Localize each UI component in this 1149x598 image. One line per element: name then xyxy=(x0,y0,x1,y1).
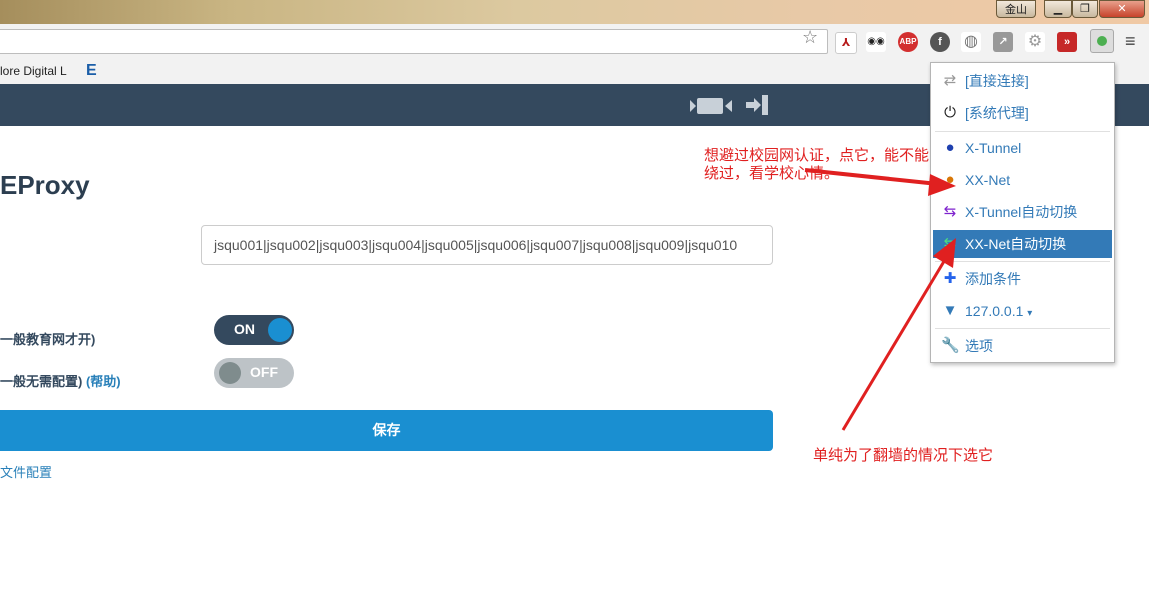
menu-item-options[interactable]: 🔧 选项 xyxy=(933,332,1112,360)
user-profile-button[interactable]: 金山 xyxy=(996,0,1036,18)
save-button[interactable]: 保存 xyxy=(0,410,773,451)
maximize-button[interactable]: ❐ xyxy=(1072,0,1098,18)
plus-icon: ✚ xyxy=(943,270,957,287)
address-bar[interactable] xyxy=(0,29,828,54)
forward-icon[interactable]: » xyxy=(1057,32,1077,52)
menu-item-xxnet[interactable]: ● XX-Net xyxy=(933,166,1112,194)
menu-item-xtunnel-auto[interactable]: ⇆ X-Tunnel自动切换 xyxy=(933,198,1112,226)
switch-knob xyxy=(219,362,241,384)
auto-switch-icon: ⇆ xyxy=(943,235,957,252)
annotation-line: 绕过，看学校心情。 xyxy=(704,164,840,182)
caret-down-icon: ▾ xyxy=(1027,308,1033,319)
globe-icon: ● xyxy=(945,171,955,188)
menu-icon[interactable]: ≡ xyxy=(1125,31,1136,52)
menu-item-label: XX-Net xyxy=(965,172,1011,188)
divider xyxy=(935,261,1110,262)
menu-item-host[interactable]: ▼ 127.0.0.1 ▾ xyxy=(933,297,1112,325)
auto-switch-icon: ⇆ xyxy=(943,203,957,220)
bookmark-favicon-icon[interactable]: E xyxy=(86,62,97,80)
switch-on-label: ON xyxy=(234,321,255,337)
menu-item-xtunnel[interactable]: ● X-Tunnel xyxy=(933,134,1112,162)
row2-label: 一般无需配置) (帮助) xyxy=(0,371,121,390)
window-titlebar xyxy=(0,0,1149,24)
toggle-switch-on[interactable]: ON xyxy=(214,315,294,345)
switch-knob xyxy=(268,318,292,342)
pdf-icon[interactable]: ⅄ xyxy=(835,32,857,54)
wrench-icon: 🔧 xyxy=(941,337,960,354)
menu-item-label: X-Tunnel xyxy=(965,140,1022,156)
power-icon: ⏻ xyxy=(944,104,956,121)
row1-label: 一般教育网才开) xyxy=(0,332,96,347)
toggle-switch-off[interactable]: OFF xyxy=(214,358,294,388)
menu-item-label: XX-Net自动切换 xyxy=(965,236,1067,252)
readerview-icon[interactable]: ◉◉ xyxy=(866,32,886,52)
annotation-top: 想避过校园网认证，点它，能不能 绕过，看学校心情。 xyxy=(704,146,929,182)
menu-item-label: 选项 xyxy=(965,338,993,354)
annotation-bottom: 单纯为了翻墙的情况下选它 xyxy=(813,446,994,464)
star-icon[interactable]: ☆ xyxy=(802,27,818,48)
host-label: 127.0.0.1 xyxy=(965,303,1024,319)
menu-item-label: [直接连接] xyxy=(965,73,1029,89)
facebook-icon[interactable]: f xyxy=(930,32,950,52)
swap-icon: ⇄ xyxy=(943,72,957,89)
menu-item-label: X-Tunnel自动切换 xyxy=(965,204,1078,220)
row2-label-text: 一般无需配置) xyxy=(0,374,83,389)
arrow-icon[interactable]: ↗ xyxy=(993,32,1013,52)
browser-toolbar: ☆ ⅄ ◉◉ ABP f ◍ ↗ ⚙ » ≡ xyxy=(0,24,1149,61)
divider xyxy=(935,328,1110,329)
page-title: EProxy xyxy=(0,170,90,200)
video-icon[interactable] xyxy=(690,96,732,114)
proxy-popup-menu: ⇄ [直接连接] ⏻ [系统代理] ● X-Tunnel ● XX-Net ⇆ … xyxy=(930,62,1115,363)
menu-item-system-proxy[interactable]: ⏻ [系统代理] xyxy=(933,99,1112,127)
menu-item-label: 添加条件 xyxy=(965,271,1021,287)
menu-item-add-condition[interactable]: ✚ 添加条件 xyxy=(933,265,1112,293)
adblock-icon[interactable]: ABP xyxy=(898,32,918,52)
bookmark-item[interactable]: lore Digital L xyxy=(0,64,67,78)
menu-item-direct[interactable]: ⇄ [直接连接] xyxy=(933,67,1112,95)
config-file-link[interactable]: 文件配置 xyxy=(0,462,52,481)
gear-icon[interactable]: ⚙ xyxy=(1025,32,1045,52)
divider xyxy=(935,131,1110,132)
minimize-button[interactable]: ▁ xyxy=(1044,0,1072,18)
switch-off-label: OFF xyxy=(250,364,278,380)
menu-item-label: 127.0.0.1 ▾ xyxy=(965,297,1032,328)
proxy-switch-icon[interactable] xyxy=(1090,29,1114,53)
filter-icon: ▼ xyxy=(942,302,958,319)
globe-icon[interactable]: ◍ xyxy=(961,32,981,52)
menu-item-xxnet-auto[interactable]: ⇆ XX-Net自动切换 xyxy=(933,230,1112,258)
gateway-input[interactable]: jsqu001|jsqu002|jsqu003|jsqu004|jsqu005|… xyxy=(201,225,773,265)
help-link[interactable]: (帮助) xyxy=(86,374,121,389)
menu-item-label: [系统代理] xyxy=(965,105,1029,121)
close-button[interactable]: ✕ xyxy=(1099,0,1145,18)
annotation-line: 想避过校园网认证，点它，能不能 xyxy=(704,146,930,164)
login-icon[interactable] xyxy=(746,94,770,116)
globe-icon: ● xyxy=(945,139,955,156)
